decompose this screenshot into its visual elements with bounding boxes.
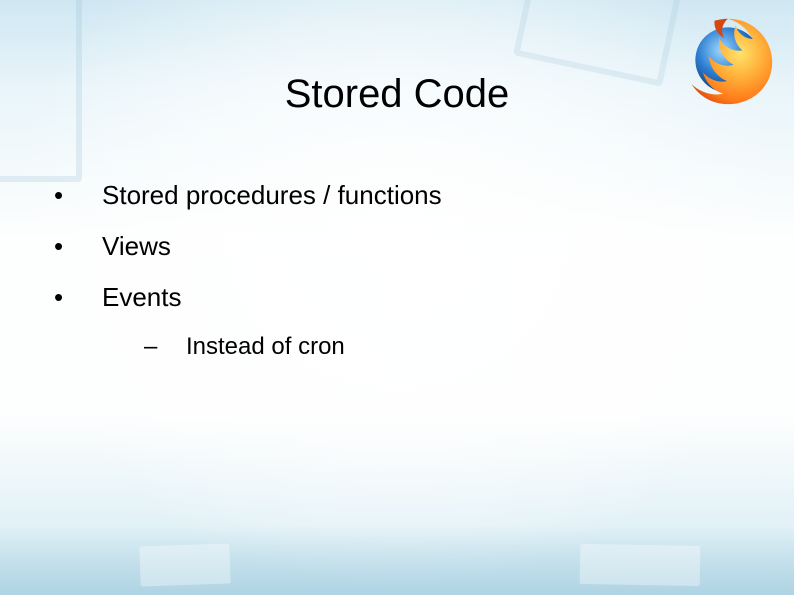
sub-bullet-text: Instead of cron [186, 333, 345, 361]
bottom-texture [0, 525, 794, 595]
bullet-marker-icon: • [48, 180, 102, 211]
bullet-text: Views [102, 231, 171, 262]
bullet-marker-icon: • [48, 231, 102, 262]
slide-content: • Stored procedures / functions • Views … [48, 180, 734, 361]
bullet-item: • Events [48, 282, 734, 313]
bullet-item: • Views [48, 231, 734, 262]
sub-bullet-item: – Instead of cron [144, 333, 734, 361]
slide-title: Stored Code [0, 72, 794, 117]
bullet-text: Events [102, 282, 182, 313]
bullet-text: Stored procedures / functions [102, 180, 442, 211]
bullet-item: • Stored procedures / functions [48, 180, 734, 211]
slide: Stored Code • Stored procedures / functi… [0, 0, 794, 595]
sub-bullet-marker-icon: – [144, 333, 186, 361]
bullet-marker-icon: • [48, 282, 102, 313]
